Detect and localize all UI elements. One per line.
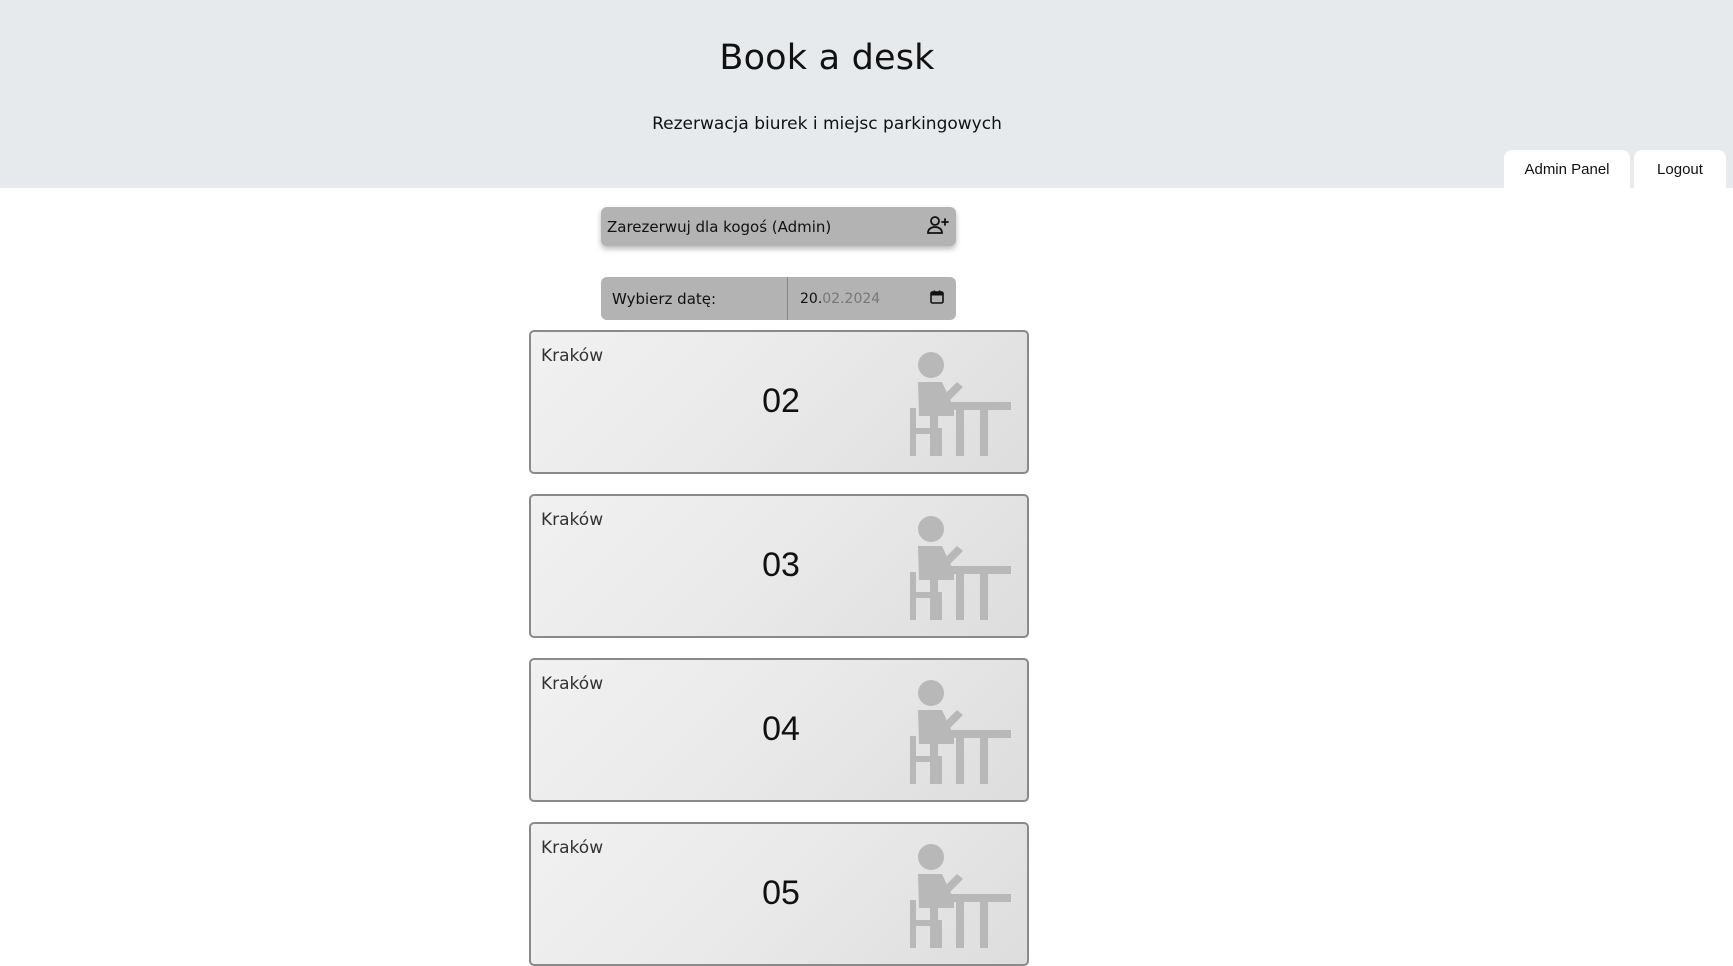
desk-location: Kraków	[541, 510, 604, 530]
desk-card[interactable]: Kraków 04	[529, 658, 1029, 802]
desk-card[interactable]: Kraków 03	[529, 494, 1029, 638]
page-subtitle: Rezerwacja biurek i miejsc parkingowych	[652, 114, 1002, 134]
admin-panel-tab[interactable]: Admin Panel	[1504, 150, 1630, 188]
person-at-desk-icon	[910, 844, 1011, 948]
page-title: Book a desk	[719, 38, 935, 78]
person-at-desk-icon	[910, 680, 1011, 784]
person-add-icon	[926, 213, 950, 241]
logout-tab[interactable]: Logout	[1634, 150, 1726, 188]
person-at-desk-icon	[910, 352, 1011, 456]
date-input[interactable]: 20.02.2024	[788, 277, 956, 320]
desk-location: Kraków	[541, 674, 604, 694]
calendar-icon[interactable]	[930, 290, 944, 308]
page-header: Book a desk Rezerwacja biurek i miejsc p…	[0, 0, 1733, 188]
desk-card[interactable]: Kraków 05	[529, 822, 1029, 966]
desk-location: Kraków	[541, 346, 604, 366]
date-day: 20.	[800, 290, 823, 307]
date-picker: Wybierz datę: 20.02.2024	[601, 277, 956, 320]
date-label: Wybierz datę:	[601, 277, 788, 320]
book-for-someone-label: Zarezerwuj dla kogoś (Admin)	[607, 217, 832, 236]
desk-card[interactable]: Kraków 02	[529, 330, 1029, 474]
book-for-someone-button[interactable]: Zarezerwuj dla kogoś (Admin)	[601, 207, 956, 246]
desk-location: Kraków	[541, 838, 604, 858]
date-month-year: 02.2024	[822, 290, 881, 307]
person-at-desk-icon	[910, 516, 1011, 620]
